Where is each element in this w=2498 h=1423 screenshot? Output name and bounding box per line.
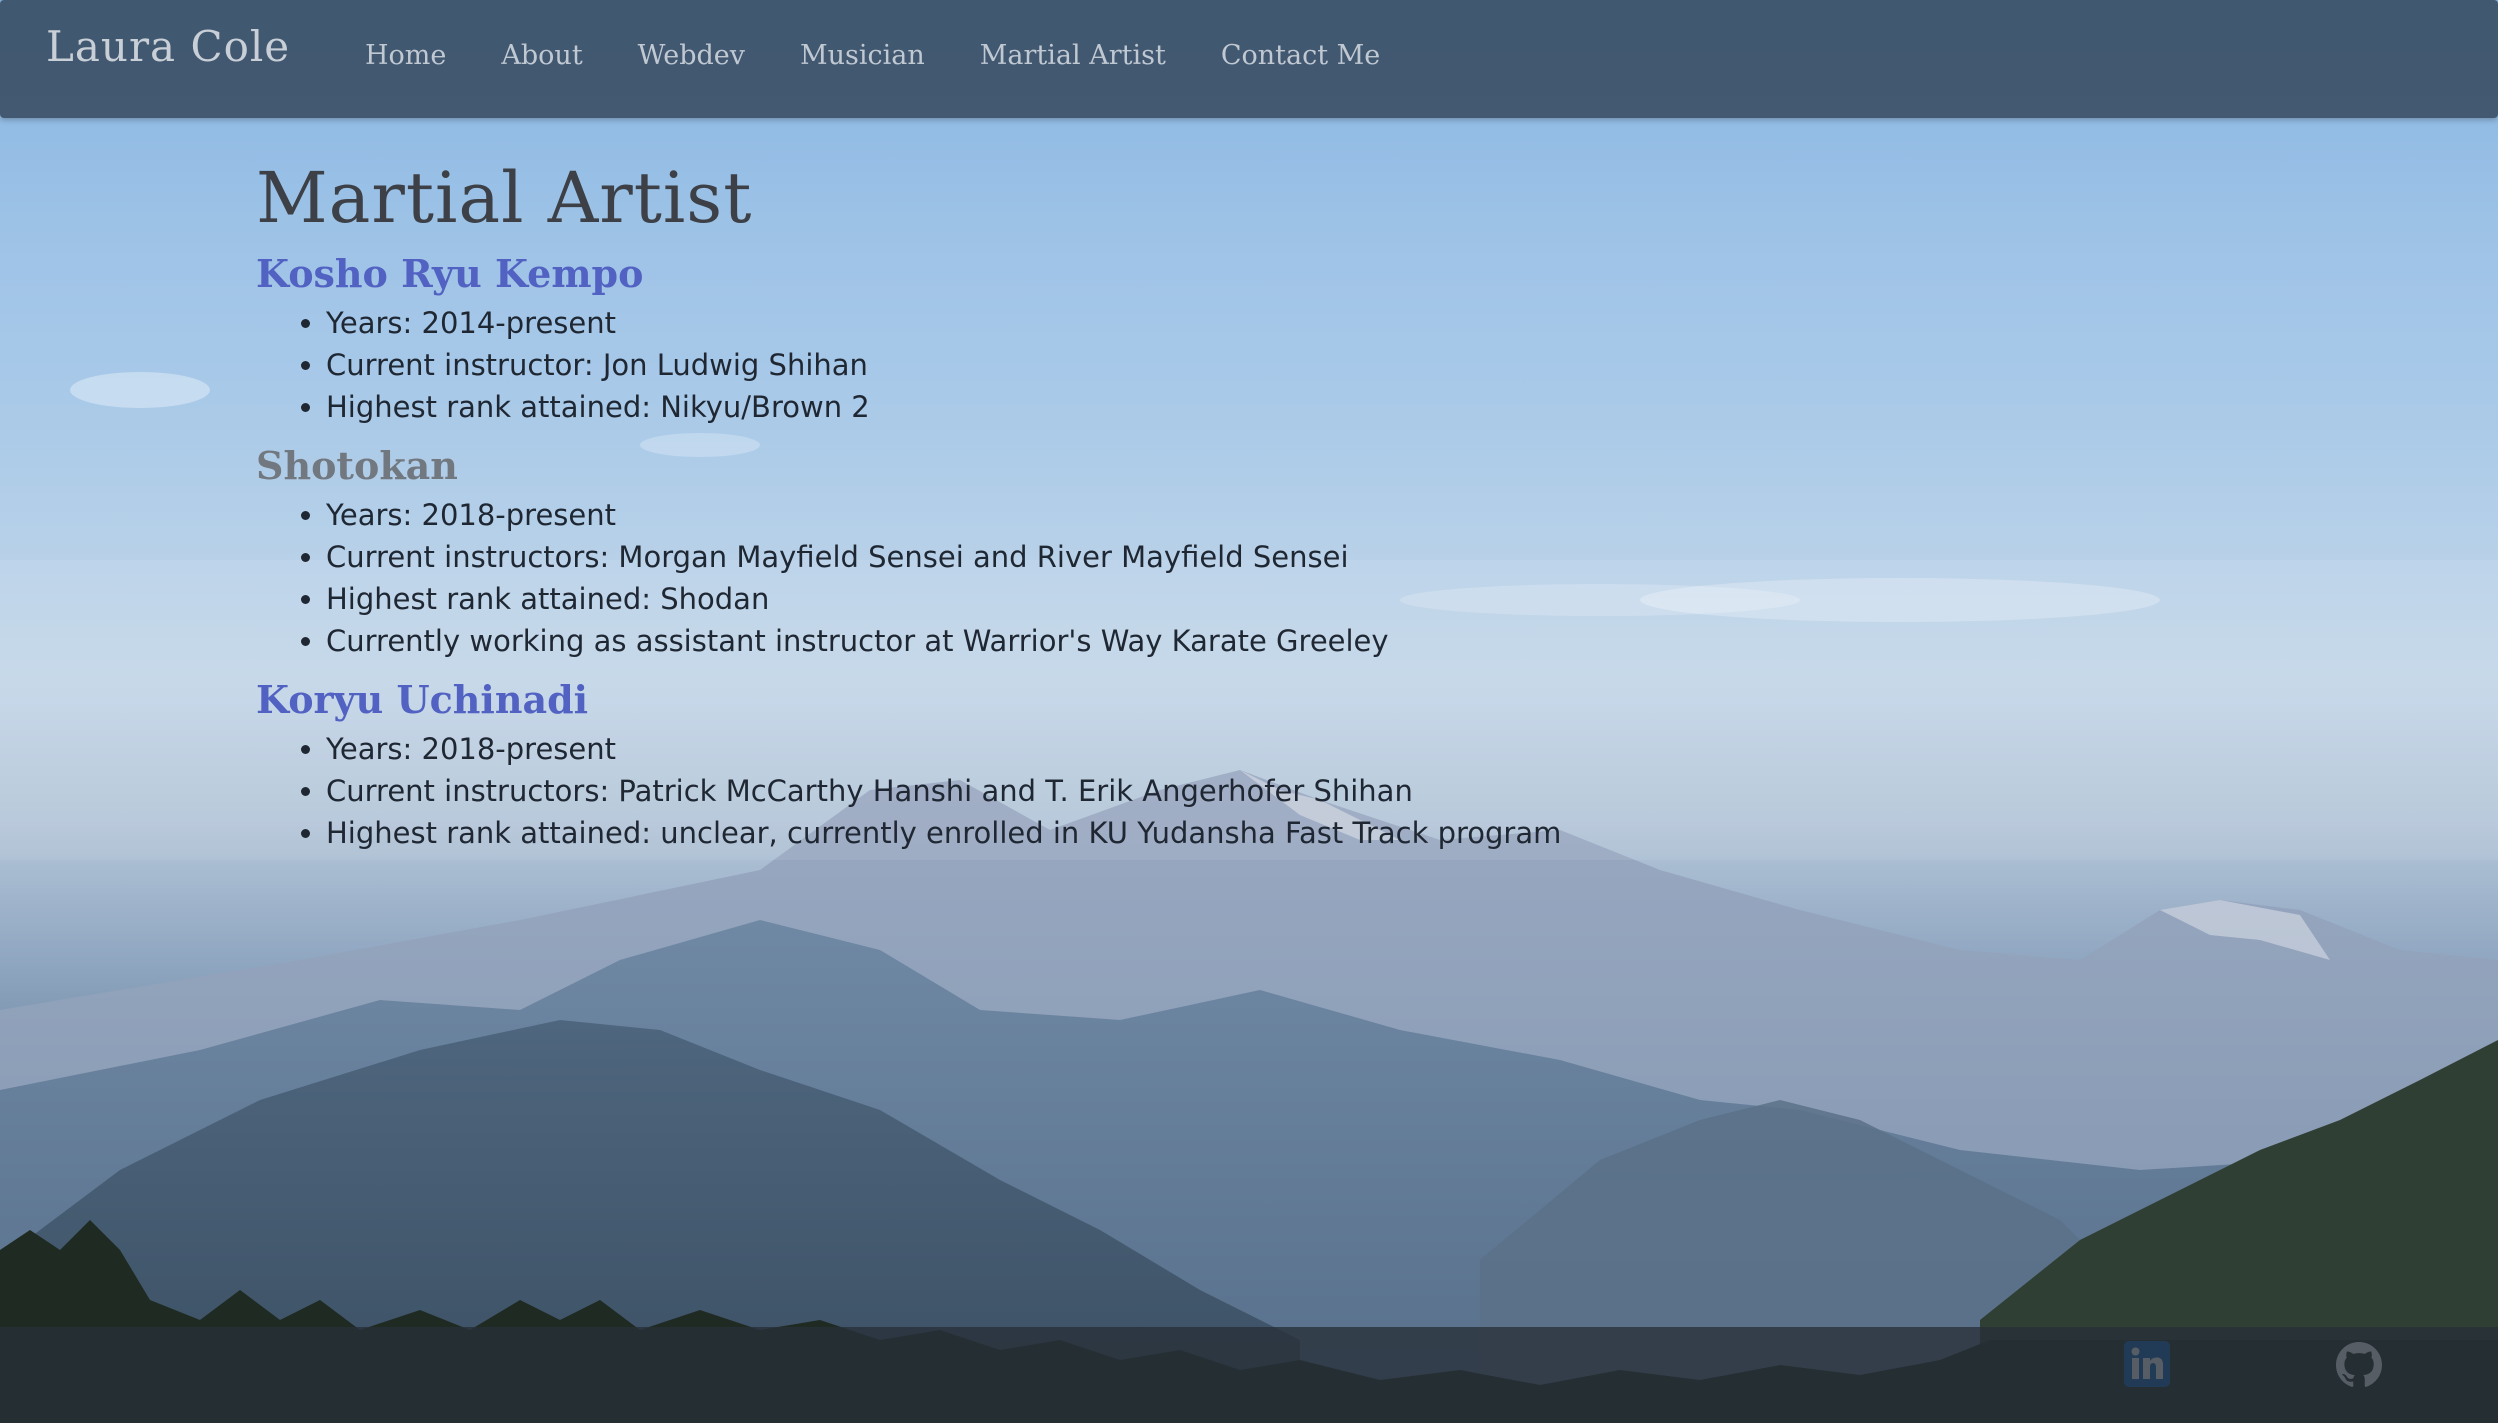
list-item: Currently working as assistant instructo… <box>326 620 1561 662</box>
nav-link-contact[interactable]: Contact Me <box>1221 40 1380 71</box>
list-item: Highest rank attained: unclear, currentl… <box>326 812 1561 854</box>
page-title: Martial Artist <box>256 157 753 239</box>
section-koryu-uchinadi: Koryu Uchinadi Years: 2018-present Curre… <box>256 672 1561 854</box>
nav-item-martial-artist: Martial Artist <box>980 40 1221 71</box>
brand-link[interactable]: Laura Cole <box>46 22 290 71</box>
section-title: Shotokan <box>256 443 458 488</box>
list-item: Current instructors: Patrick McCarthy Ha… <box>326 770 1561 812</box>
nav-item-contact: Contact Me <box>1221 40 1435 71</box>
nav-item-webdev: Webdev <box>638 40 800 71</box>
footer <box>0 1327 2498 1423</box>
nav-link-martial-artist[interactable]: Martial Artist <box>980 40 1166 71</box>
section-kosho-ryu-kempo: Kosho Ryu Kempo Years: 2014-present Curr… <box>256 246 1561 428</box>
nav-item-home: Home <box>365 40 501 71</box>
nav-link-home[interactable]: Home <box>365 40 446 71</box>
list-item: Current instructors: Morgan Mayfield Sen… <box>326 536 1561 578</box>
list-item: Highest rank attained: Nikyu/Brown 2 <box>326 386 1561 428</box>
list-item: Years: 2018-present <box>326 494 1561 536</box>
list-item: Highest rank attained: Shodan <box>326 578 1561 620</box>
nav-link-musician[interactable]: Musician <box>800 40 925 71</box>
nav-menu: Home About Webdev Musician Martial Artis… <box>365 40 1435 71</box>
section-list: Years: 2018-present Current instructors:… <box>256 728 1561 854</box>
nav-link-webdev[interactable]: Webdev <box>638 40 745 71</box>
section-list: Years: 2014-present Current instructor: … <box>256 302 1561 428</box>
nav-item-about: About <box>501 40 637 71</box>
nav-link-about[interactable]: About <box>501 40 582 71</box>
section-title: Koryu Uchinadi <box>256 677 589 722</box>
list-item: Years: 2014-present <box>326 302 1561 344</box>
section-title: Kosho Ryu Kempo <box>256 251 644 296</box>
list-item: Current instructor: Jon Ludwig Shihan <box>326 344 1561 386</box>
list-item: Years: 2018-present <box>326 728 1561 770</box>
main-content: Martial Artist Kosho Ryu Kempo Years: 20… <box>256 150 1561 864</box>
nav-item-musician: Musician <box>800 40 980 71</box>
section-list: Years: 2018-present Current instructors:… <box>256 494 1561 662</box>
section-shotokan: Shotokan Years: 2018-present Current ins… <box>256 438 1561 662</box>
top-navbar: Laura Cole Home About Webdev Musician Ma… <box>0 0 2498 118</box>
